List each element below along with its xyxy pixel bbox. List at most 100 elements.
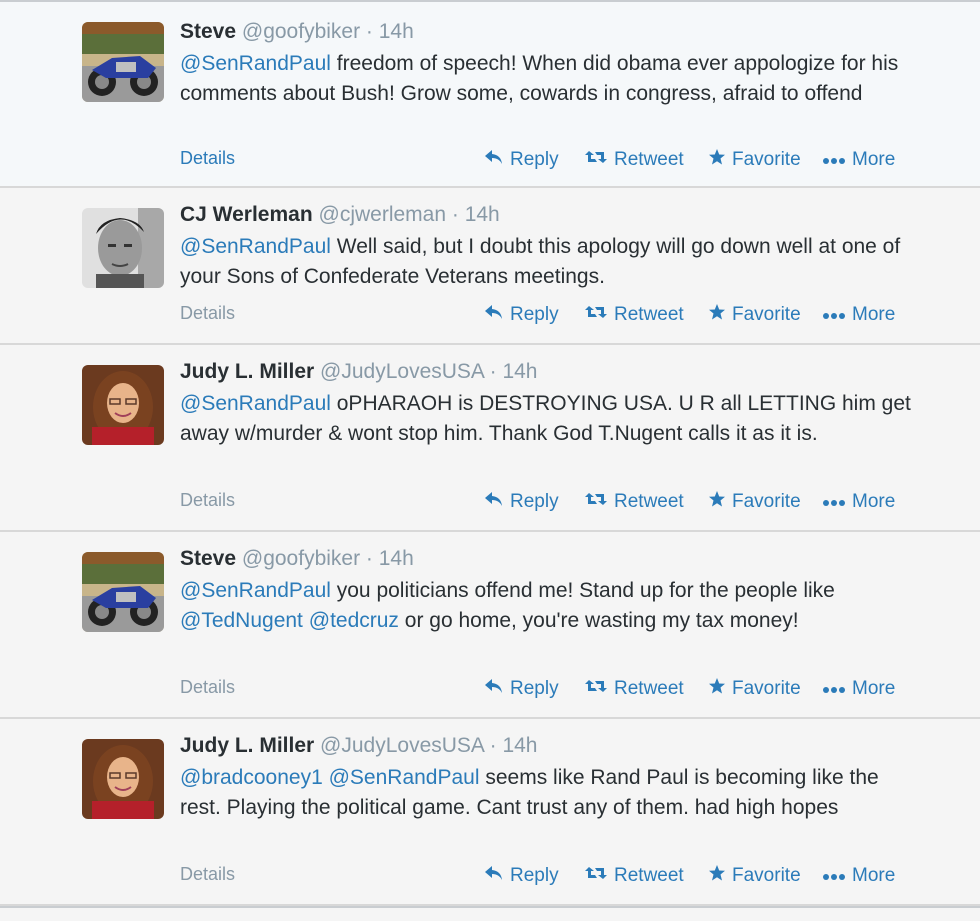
details-link[interactable]: Details bbox=[180, 148, 235, 169]
reply-label: Reply bbox=[510, 149, 559, 170]
favorite-button[interactable]: Favorite bbox=[708, 303, 822, 327]
favorite-label: Favorite bbox=[732, 678, 801, 699]
more-icon bbox=[822, 865, 846, 887]
tweet-text: @SenRandPaul Well said, but I doubt this… bbox=[180, 232, 920, 292]
timestamp[interactable]: · 14h bbox=[446, 203, 500, 226]
timestamp[interactable]: · 14h bbox=[360, 547, 414, 570]
reply-button[interactable]: Reply bbox=[484, 864, 584, 888]
retweet-label: Retweet bbox=[614, 149, 684, 170]
retweet-label: Retweet bbox=[614, 491, 684, 512]
retweet-icon bbox=[584, 865, 608, 887]
timestamp[interactable]: · 14h bbox=[360, 20, 414, 43]
mention-link[interactable]: @bradcooney1 bbox=[180, 766, 323, 789]
reply-label: Reply bbox=[510, 678, 559, 699]
user-handle[interactable]: @goofybiker bbox=[236, 20, 360, 43]
more-button[interactable]: More bbox=[822, 677, 912, 701]
more-label: More bbox=[852, 491, 896, 512]
mention-link[interactable]: @SenRandPaul bbox=[180, 392, 331, 415]
details-link[interactable]: Details bbox=[180, 677, 235, 698]
favorite-label: Favorite bbox=[732, 491, 801, 512]
user-name[interactable]: Steve bbox=[180, 547, 236, 570]
more-icon bbox=[822, 149, 846, 171]
retweet-button[interactable]: Retweet bbox=[584, 303, 708, 327]
favorite-button[interactable]: Favorite bbox=[708, 148, 822, 172]
retweet-button[interactable]: Retweet bbox=[584, 148, 708, 172]
retweet-icon bbox=[584, 304, 608, 326]
reply-icon bbox=[484, 678, 504, 700]
reply-button[interactable]: Reply bbox=[484, 148, 584, 172]
tweet[interactable]: Steve @goofybiker · 14h @SenRandPaul free… bbox=[0, 0, 980, 188]
reply-label: Reply bbox=[510, 304, 559, 325]
tweet-actions: Reply Retweet Favorite More bbox=[484, 864, 912, 888]
tweet[interactable]: Steve @goofybiker · 14h @SenRandPaul you … bbox=[0, 532, 980, 719]
tweet-text: @SenRandPaul you politicians offend me! … bbox=[180, 576, 920, 636]
favorite-button[interactable]: Favorite bbox=[708, 677, 822, 701]
reply-button[interactable]: Reply bbox=[484, 303, 584, 327]
retweet-label: Retweet bbox=[614, 865, 684, 886]
mention-link[interactable]: @SenRandPaul bbox=[180, 579, 331, 602]
more-icon bbox=[822, 678, 846, 700]
user-name[interactable]: CJ Werleman bbox=[180, 203, 313, 226]
tweet[interactable]: Judy L. Miller @JudyLovesUSA · 14h @bradc… bbox=[0, 719, 980, 906]
details-link[interactable]: Details bbox=[180, 864, 235, 885]
reply-icon bbox=[484, 865, 504, 887]
user-handle[interactable]: @goofybiker bbox=[236, 547, 360, 570]
timestamp[interactable]: · 14h bbox=[484, 734, 538, 757]
tweet-actions: Reply Retweet Favorite More bbox=[484, 677, 912, 701]
star-icon bbox=[708, 148, 726, 172]
retweet-button[interactable]: Retweet bbox=[584, 490, 708, 514]
tweet[interactable]: Judy L. Miller @JudyLovesUSA · 14h @SenRa… bbox=[0, 345, 980, 532]
star-icon bbox=[708, 490, 726, 514]
retweet-button[interactable]: Retweet bbox=[584, 864, 708, 888]
avatar[interactable] bbox=[82, 739, 164, 819]
tweet-header: Steve @goofybiker · 14h bbox=[180, 18, 414, 46]
tweet-text: @SenRandPaul oPHARAOH is DESTROYING USA.… bbox=[180, 389, 920, 449]
tweet-actions: Reply Retweet Favorite More bbox=[484, 490, 912, 514]
reply-button[interactable]: Reply bbox=[484, 677, 584, 701]
avatar[interactable] bbox=[82, 22, 164, 102]
avatar[interactable] bbox=[82, 365, 164, 445]
more-button[interactable]: More bbox=[822, 303, 912, 327]
more-label: More bbox=[852, 865, 896, 886]
tweet-text: @bradcooney1 @SenRandPaul seems like Ran… bbox=[180, 763, 920, 823]
retweet-label: Retweet bbox=[614, 678, 684, 699]
mention-link[interactable]: @tedcruz bbox=[309, 609, 399, 632]
tweet[interactable]: CJ Werleman @cjwerleman · 14h @SenRandPau… bbox=[0, 188, 980, 345]
tweet-text-segment: you politicians offend me! Stand up for … bbox=[330, 579, 835, 602]
user-name[interactable]: Judy L. Miller bbox=[180, 360, 314, 383]
avatar[interactable] bbox=[82, 208, 164, 288]
reply-icon bbox=[484, 304, 504, 326]
star-icon bbox=[708, 303, 726, 327]
user-handle[interactable]: @cjwerleman bbox=[313, 203, 447, 226]
mention-link[interactable]: @SenRandPaul bbox=[329, 766, 480, 789]
more-label: More bbox=[852, 304, 896, 325]
favorite-button[interactable]: Favorite bbox=[708, 490, 822, 514]
reply-icon bbox=[484, 491, 504, 513]
retweet-button[interactable]: Retweet bbox=[584, 677, 708, 701]
details-link[interactable]: Details bbox=[180, 490, 235, 511]
reply-button[interactable]: Reply bbox=[484, 490, 584, 514]
mention-link[interactable]: @TedNugent bbox=[180, 609, 303, 632]
retweet-icon bbox=[584, 491, 608, 513]
favorite-label: Favorite bbox=[732, 149, 801, 170]
user-handle[interactable]: @JudyLovesUSA bbox=[314, 360, 484, 383]
user-name[interactable]: Steve bbox=[180, 20, 236, 43]
divider bbox=[0, 906, 980, 908]
tweet-header: Judy L. Miller @JudyLovesUSA · 14h bbox=[180, 732, 537, 760]
reply-label: Reply bbox=[510, 491, 559, 512]
details-link[interactable]: Details bbox=[180, 303, 235, 324]
user-handle[interactable]: @JudyLovesUSA bbox=[314, 734, 484, 757]
tweet-text-segment: or go home, you're wasting my tax money! bbox=[398, 609, 799, 632]
mention-link[interactable]: @SenRandPaul bbox=[180, 235, 331, 258]
more-icon bbox=[822, 491, 846, 513]
favorite-label: Favorite bbox=[732, 865, 801, 886]
favorite-button[interactable]: Favorite bbox=[708, 864, 822, 888]
avatar[interactable] bbox=[82, 552, 164, 632]
star-icon bbox=[708, 677, 726, 701]
timestamp[interactable]: · 14h bbox=[484, 360, 538, 383]
mention-link[interactable]: @SenRandPaul bbox=[180, 52, 331, 75]
more-button[interactable]: More bbox=[822, 148, 912, 172]
user-name[interactable]: Judy L. Miller bbox=[180, 734, 314, 757]
more-button[interactable]: More bbox=[822, 490, 912, 514]
more-button[interactable]: More bbox=[822, 864, 912, 888]
